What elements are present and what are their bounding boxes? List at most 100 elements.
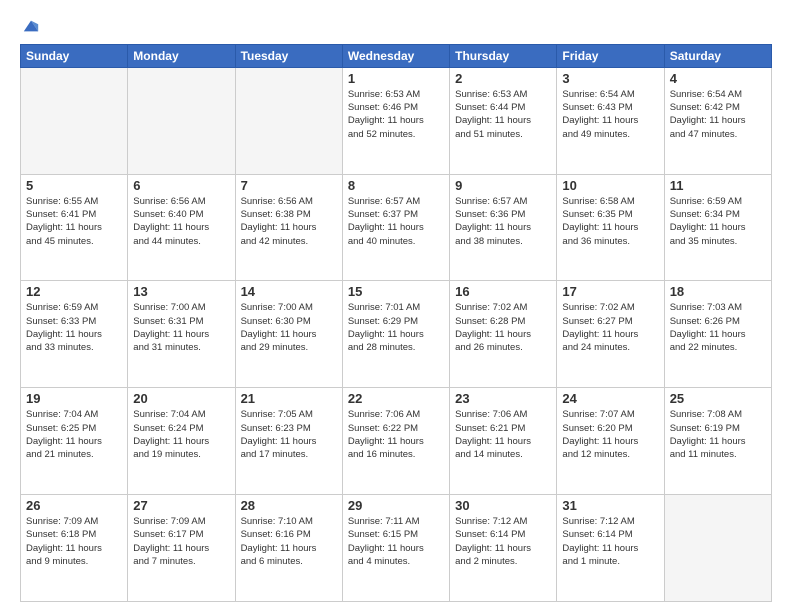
week-row-3: 12 Sunrise: 6:59 AM Sunset: 6:33 PM Dayli… (21, 281, 772, 388)
day-number: 6 (133, 178, 229, 193)
cell-info: Sunrise: 6:54 AM Sunset: 6:42 PM Dayligh… (670, 88, 766, 141)
calendar-cell: 21 Sunrise: 7:05 AM Sunset: 6:23 PM Dayli… (235, 388, 342, 495)
day-number: 18 (670, 284, 766, 299)
day-number: 9 (455, 178, 551, 193)
calendar-cell: 3 Sunrise: 6:54 AM Sunset: 6:43 PM Daylig… (557, 67, 664, 174)
calendar-cell: 4 Sunrise: 6:54 AM Sunset: 6:42 PM Daylig… (664, 67, 771, 174)
day-number: 13 (133, 284, 229, 299)
day-number: 30 (455, 498, 551, 513)
weekday-header-row: SundayMondayTuesdayWednesdayThursdayFrid… (21, 44, 772, 67)
cell-info: Sunrise: 7:12 AM Sunset: 6:14 PM Dayligh… (562, 515, 658, 568)
cell-info: Sunrise: 7:01 AM Sunset: 6:29 PM Dayligh… (348, 301, 444, 354)
calendar-cell: 23 Sunrise: 7:06 AM Sunset: 6:21 PM Dayli… (450, 388, 557, 495)
day-number: 26 (26, 498, 122, 513)
weekday-header-saturday: Saturday (664, 44, 771, 67)
cell-info: Sunrise: 6:58 AM Sunset: 6:35 PM Dayligh… (562, 195, 658, 248)
cell-info: Sunrise: 7:06 AM Sunset: 6:21 PM Dayligh… (455, 408, 551, 461)
calendar-cell (21, 67, 128, 174)
day-number: 19 (26, 391, 122, 406)
week-row-1: 1Sunrise: 6:53 AM Sunset: 6:46 PM Daylig… (21, 67, 772, 174)
calendar-cell (235, 67, 342, 174)
day-number: 17 (562, 284, 658, 299)
cell-info: Sunrise: 7:12 AM Sunset: 6:14 PM Dayligh… (455, 515, 551, 568)
calendar-cell: 18Sunrise: 7:03 AM Sunset: 6:26 PM Dayli… (664, 281, 771, 388)
calendar-cell: 25 Sunrise: 7:08 AM Sunset: 6:19 PM Dayli… (664, 388, 771, 495)
day-number: 12 (26, 284, 122, 299)
cell-info: Sunrise: 7:07 AM Sunset: 6:20 PM Dayligh… (562, 408, 658, 461)
calendar-cell: 11Sunrise: 6:59 AM Sunset: 6:34 PM Dayli… (664, 174, 771, 281)
day-number: 8 (348, 178, 444, 193)
day-number: 16 (455, 284, 551, 299)
day-number: 10 (562, 178, 658, 193)
logo-icon (22, 17, 40, 35)
logo-text (20, 16, 40, 36)
cell-info: Sunrise: 7:02 AM Sunset: 6:28 PM Dayligh… (455, 301, 551, 354)
cell-info: Sunrise: 6:53 AM Sunset: 6:46 PM Dayligh… (348, 88, 444, 141)
weekday-header-monday: Monday (128, 44, 235, 67)
day-number: 21 (241, 391, 337, 406)
day-number: 14 (241, 284, 337, 299)
day-number: 2 (455, 71, 551, 86)
weekday-header-tuesday: Tuesday (235, 44, 342, 67)
cell-info: Sunrise: 6:57 AM Sunset: 6:37 PM Dayligh… (348, 195, 444, 248)
cell-info: Sunrise: 7:08 AM Sunset: 6:19 PM Dayligh… (670, 408, 766, 461)
cell-info: Sunrise: 7:00 AM Sunset: 6:30 PM Dayligh… (241, 301, 337, 354)
calendar-cell: 7 Sunrise: 6:56 AM Sunset: 6:38 PM Daylig… (235, 174, 342, 281)
calendar-cell: 8 Sunrise: 6:57 AM Sunset: 6:37 PM Daylig… (342, 174, 449, 281)
cell-info: Sunrise: 6:56 AM Sunset: 6:38 PM Dayligh… (241, 195, 337, 248)
day-number: 24 (562, 391, 658, 406)
day-number: 22 (348, 391, 444, 406)
weekday-header-friday: Friday (557, 44, 664, 67)
cell-info: Sunrise: 7:04 AM Sunset: 6:25 PM Dayligh… (26, 408, 122, 461)
day-number: 29 (348, 498, 444, 513)
calendar-cell: 27 Sunrise: 7:09 AM Sunset: 6:17 PM Dayli… (128, 495, 235, 602)
day-number: 23 (455, 391, 551, 406)
day-number: 20 (133, 391, 229, 406)
day-number: 15 (348, 284, 444, 299)
cell-info: Sunrise: 7:06 AM Sunset: 6:22 PM Dayligh… (348, 408, 444, 461)
day-number: 27 (133, 498, 229, 513)
page: SundayMondayTuesdayWednesdayThursdayFrid… (0, 0, 792, 612)
weekday-header-wednesday: Wednesday (342, 44, 449, 67)
calendar-cell: 28 Sunrise: 7:10 AM Sunset: 6:16 PM Dayli… (235, 495, 342, 602)
header (20, 16, 772, 36)
cell-info: Sunrise: 7:10 AM Sunset: 6:16 PM Dayligh… (241, 515, 337, 568)
calendar-cell: 1Sunrise: 6:53 AM Sunset: 6:46 PM Daylig… (342, 67, 449, 174)
cell-info: Sunrise: 6:59 AM Sunset: 6:33 PM Dayligh… (26, 301, 122, 354)
calendar-cell: 6 Sunrise: 6:56 AM Sunset: 6:40 PM Daylig… (128, 174, 235, 281)
cell-info: Sunrise: 7:09 AM Sunset: 6:18 PM Dayligh… (26, 515, 122, 568)
calendar-cell: 2Sunrise: 6:53 AM Sunset: 6:44 PM Daylig… (450, 67, 557, 174)
calendar-cell (128, 67, 235, 174)
cell-info: Sunrise: 7:04 AM Sunset: 6:24 PM Dayligh… (133, 408, 229, 461)
calendar-cell: 17 Sunrise: 7:02 AM Sunset: 6:27 PM Dayli… (557, 281, 664, 388)
weekday-header-thursday: Thursday (450, 44, 557, 67)
cell-info: Sunrise: 6:55 AM Sunset: 6:41 PM Dayligh… (26, 195, 122, 248)
logo (20, 16, 40, 36)
week-row-5: 26 Sunrise: 7:09 AM Sunset: 6:18 PM Dayli… (21, 495, 772, 602)
calendar-cell: 22 Sunrise: 7:06 AM Sunset: 6:22 PM Dayli… (342, 388, 449, 495)
weekday-header-sunday: Sunday (21, 44, 128, 67)
calendar-cell: 15 Sunrise: 7:01 AM Sunset: 6:29 PM Dayli… (342, 281, 449, 388)
calendar-cell: 26 Sunrise: 7:09 AM Sunset: 6:18 PM Dayli… (21, 495, 128, 602)
calendar-cell (664, 495, 771, 602)
cell-info: Sunrise: 7:09 AM Sunset: 6:17 PM Dayligh… (133, 515, 229, 568)
cell-info: Sunrise: 7:05 AM Sunset: 6:23 PM Dayligh… (241, 408, 337, 461)
day-number: 11 (670, 178, 766, 193)
day-number: 5 (26, 178, 122, 193)
day-number: 4 (670, 71, 766, 86)
calendar-cell: 14 Sunrise: 7:00 AM Sunset: 6:30 PM Dayli… (235, 281, 342, 388)
week-row-2: 5 Sunrise: 6:55 AM Sunset: 6:41 PM Daylig… (21, 174, 772, 281)
calendar-cell: 16 Sunrise: 7:02 AM Sunset: 6:28 PM Dayli… (450, 281, 557, 388)
calendar-cell: 30 Sunrise: 7:12 AM Sunset: 6:14 PM Dayli… (450, 495, 557, 602)
day-number: 3 (562, 71, 658, 86)
cell-info: Sunrise: 7:00 AM Sunset: 6:31 PM Dayligh… (133, 301, 229, 354)
day-number: 25 (670, 391, 766, 406)
cell-info: Sunrise: 6:56 AM Sunset: 6:40 PM Dayligh… (133, 195, 229, 248)
cell-info: Sunrise: 6:54 AM Sunset: 6:43 PM Dayligh… (562, 88, 658, 141)
day-number: 28 (241, 498, 337, 513)
calendar-cell: 19 Sunrise: 7:04 AM Sunset: 6:25 PM Dayli… (21, 388, 128, 495)
calendar-cell: 31Sunrise: 7:12 AM Sunset: 6:14 PM Dayli… (557, 495, 664, 602)
day-number: 7 (241, 178, 337, 193)
cell-info: Sunrise: 7:02 AM Sunset: 6:27 PM Dayligh… (562, 301, 658, 354)
week-row-4: 19 Sunrise: 7:04 AM Sunset: 6:25 PM Dayli… (21, 388, 772, 495)
